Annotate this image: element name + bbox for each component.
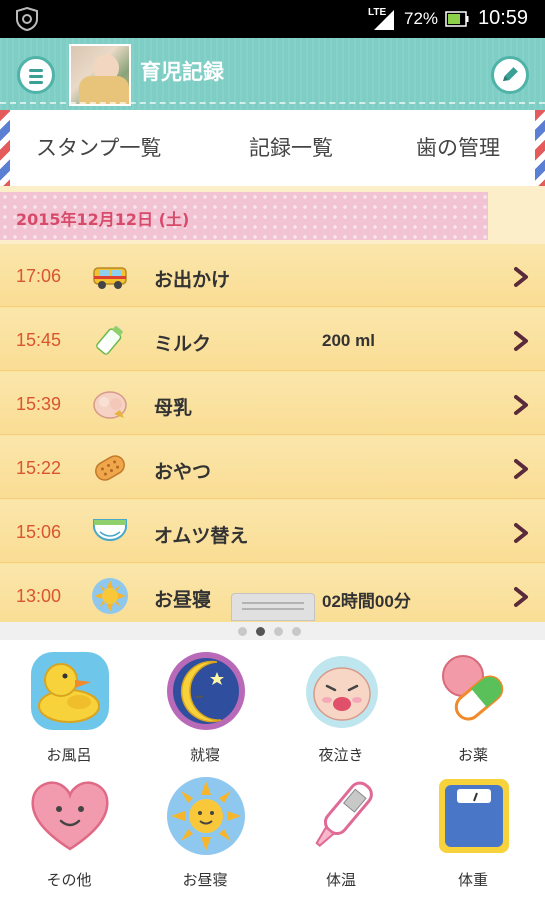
menu-button[interactable] — [17, 56, 55, 94]
hamburger-icon — [29, 69, 43, 72]
scale-icon — [439, 779, 509, 853]
record-row[interactable]: 15:22 おやつ — [0, 436, 545, 499]
heart-icon — [31, 781, 109, 851]
moon-icon — [167, 652, 245, 730]
clock: 10:59 — [478, 7, 529, 29]
stamp-label: お風呂 — [46, 746, 92, 764]
tab-bar: スタンプ一覧 記録一覧 歯の管理 — [0, 110, 545, 186]
battery-percent: 72% — [404, 9, 439, 28]
tab-record-list[interactable]: 記録一覧 — [249, 132, 333, 162]
chevron-right-icon — [514, 523, 528, 543]
car-icon — [93, 267, 127, 289]
app-bar: 育児記録 — [0, 38, 545, 110]
chevron-right-icon — [514, 331, 528, 351]
record-time: 15:39 — [16, 394, 62, 414]
record-time: 17:06 — [16, 266, 62, 286]
record-time: 13:00 — [16, 586, 62, 606]
stamp-medicine[interactable]: お薬 — [407, 644, 539, 768]
child-avatar[interactable] — [69, 44, 131, 106]
crying-baby-icon — [306, 656, 378, 728]
stamp-label: お薬 — [457, 746, 488, 764]
stamp-label: 就寝 — [189, 746, 220, 764]
record-label: お出かけ — [154, 269, 231, 291]
stamp-label: お昼寝 — [182, 871, 228, 889]
chevron-right-icon — [514, 267, 528, 287]
page-indicator — [0, 622, 545, 640]
thermometer-icon — [315, 781, 373, 847]
chevron-right-icon — [514, 587, 528, 607]
record-row[interactable]: 15:45 ミルク 200 ml — [0, 308, 545, 371]
breastfeeding-icon — [93, 391, 127, 419]
sun-icon — [92, 578, 128, 614]
stamp-nap[interactable]: お昼寝 — [139, 769, 271, 893]
drawer-handle[interactable] — [231, 593, 315, 621]
stamp-temperature[interactable]: 体温 — [275, 769, 407, 893]
page-dot[interactable] — [238, 627, 247, 636]
record-time: 15:45 — [16, 330, 62, 350]
pill-icon — [442, 655, 504, 721]
rubber-duck-icon — [31, 652, 109, 730]
stamp-label: 体温 — [325, 871, 356, 889]
app-title: 育児記録 — [140, 60, 224, 84]
pencil-icon — [503, 67, 518, 82]
snack-icon — [95, 455, 125, 481]
record-label: オムツ替え — [154, 525, 249, 547]
record-label: ミルク — [154, 333, 212, 355]
edit-button[interactable] — [491, 56, 529, 94]
stamp-weight[interactable]: 体重 — [407, 769, 539, 893]
date-header: 2015年12月12日 (土) — [0, 186, 545, 244]
record-row[interactable]: 15:39 母乳 — [0, 372, 545, 435]
stamp-label: 体重 — [457, 871, 488, 889]
diaper-icon — [93, 519, 127, 541]
record-time: 15:22 — [16, 458, 62, 478]
record-label: お昼寝 — [154, 589, 212, 611]
record-time: 15:06 — [16, 522, 62, 542]
record-list: 17:06 お出かけ 15:45 ミルク 200 ml 15:39 母乳 15:… — [0, 244, 545, 622]
record-row[interactable]: 15:06 オムツ替え — [0, 500, 545, 563]
tab-stamp-list[interactable]: スタンプ一覧 — [36, 132, 161, 162]
record-value: 02時間00分 — [322, 592, 411, 611]
status-bar: LTE 72% 10:59 — [0, 0, 545, 38]
record-value: 200 ml — [322, 331, 375, 350]
app-shield-icon — [16, 6, 38, 32]
stamp-label: 夜泣き — [318, 746, 364, 764]
chevron-right-icon — [514, 395, 528, 415]
stamp-bath[interactable]: お風呂 — [3, 644, 135, 768]
record-label: 母乳 — [154, 397, 193, 419]
page-dot[interactable] — [292, 627, 301, 636]
sun-icon — [167, 777, 245, 855]
stamp-label: その他 — [46, 871, 92, 889]
stamp-bedtime[interactable]: 就寝 — [139, 644, 271, 768]
record-label: おやつ — [154, 461, 212, 483]
milk-bottle-icon — [96, 326, 123, 355]
record-row[interactable]: 17:06 お出かけ — [0, 244, 545, 307]
chevron-right-icon — [514, 459, 528, 479]
tab-teeth-management[interactable]: 歯の管理 — [416, 132, 500, 162]
battery-icon — [445, 11, 469, 27]
page-dot[interactable] — [274, 627, 283, 636]
signal-icon — [374, 10, 394, 30]
stamp-night-crying[interactable]: 夜泣き — [275, 644, 407, 768]
stamp-grid: お風呂 就寝 夜泣き お薬 その他 お昼寝 体温 体重 — [0, 640, 545, 900]
date-label: 2015年12月12日 (土) — [16, 210, 190, 229]
stamp-other[interactable]: その他 — [3, 769, 135, 893]
page-dot-active[interactable] — [256, 627, 265, 636]
